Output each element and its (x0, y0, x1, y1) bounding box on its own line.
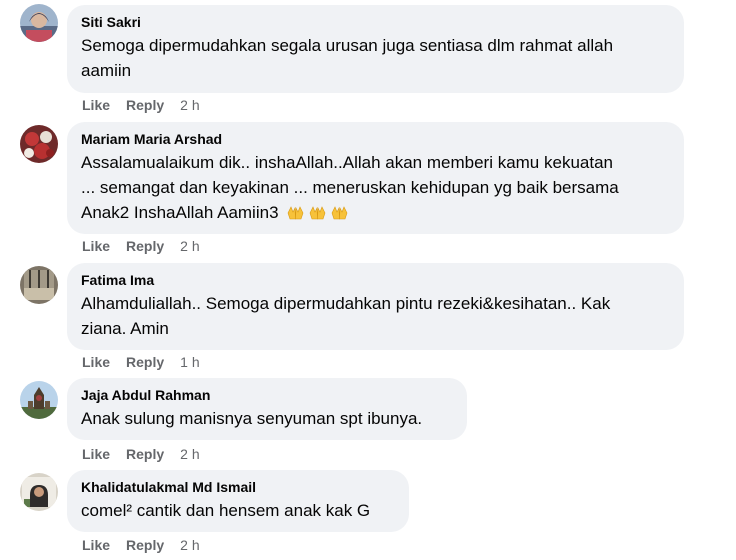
comment-timestamp[interactable]: 2 h (180, 537, 199, 553)
comment-bubble: Fatima Ima Alhamduliallah.. Semoga diper… (67, 263, 684, 350)
comment-author[interactable]: Fatima Ima (81, 271, 670, 289)
comment-author[interactable]: Khalidatulakmal Md Ismail (81, 478, 395, 496)
avatar[interactable] (20, 473, 58, 511)
like-button[interactable]: Like (82, 354, 110, 370)
comment-actions: Like Reply 1 h (82, 353, 200, 371)
comment-timestamp[interactable]: 2 h (180, 97, 199, 113)
comment-timestamp[interactable]: 2 h (180, 446, 199, 462)
like-button[interactable]: Like (82, 537, 110, 553)
like-button[interactable]: Like (82, 238, 110, 254)
comment-text: comel² cantik dan hensem anak kak G (81, 501, 371, 520)
reply-button[interactable]: Reply (126, 97, 164, 113)
reply-button[interactable]: Reply (126, 238, 164, 254)
reply-button[interactable]: Reply (126, 354, 164, 370)
avatar[interactable] (20, 266, 58, 304)
avatar[interactable] (20, 125, 58, 163)
avatar[interactable] (20, 4, 58, 42)
comment-text: Semoga dipermudahkan segala urusan juga … (81, 36, 614, 80)
comment-timestamp[interactable]: 2 h (180, 238, 199, 254)
like-button[interactable]: Like (82, 97, 110, 113)
comment-actions: Like Reply 2 h (82, 96, 200, 114)
comment-bubble: Jaja Abdul Rahman Anak sulung manisnya s… (67, 378, 467, 440)
raising-hands-icon (308, 204, 327, 221)
comment-author[interactable]: Jaja Abdul Rahman (81, 386, 453, 404)
comment-bubble: Khalidatulakmal Md Ismail comel² cantik … (67, 470, 409, 532)
like-button[interactable]: Like (82, 446, 110, 462)
comment-actions: Like Reply 2 h (82, 536, 200, 554)
comment-text: Assalamualaikum dik.. inshaAllah..Allah … (81, 153, 619, 222)
reply-button[interactable]: Reply (126, 446, 164, 462)
comment-text: Alhamduliallah.. Semoga dipermudahkan pi… (81, 294, 611, 338)
comment-bubble: Siti Sakri Semoga dipermudahkan segala u… (67, 5, 684, 93)
comment-timestamp[interactable]: 1 h (180, 354, 199, 370)
comment-author[interactable]: Siti Sakri (81, 13, 670, 31)
comment-actions: Like Reply 2 h (82, 445, 200, 463)
comment-author[interactable]: Mariam Maria Arshad (81, 130, 670, 148)
raising-hands-icon (330, 204, 349, 221)
reply-button[interactable]: Reply (126, 537, 164, 553)
comment-text: Anak sulung manisnya senyuman spt ibunya… (81, 409, 423, 428)
raising-hands-icon (286, 204, 305, 221)
avatar[interactable] (20, 381, 58, 419)
comment-bubble: Mariam Maria Arshad Assalamualaikum dik.… (67, 122, 684, 234)
comment-actions: Like Reply 2 h (82, 237, 200, 255)
